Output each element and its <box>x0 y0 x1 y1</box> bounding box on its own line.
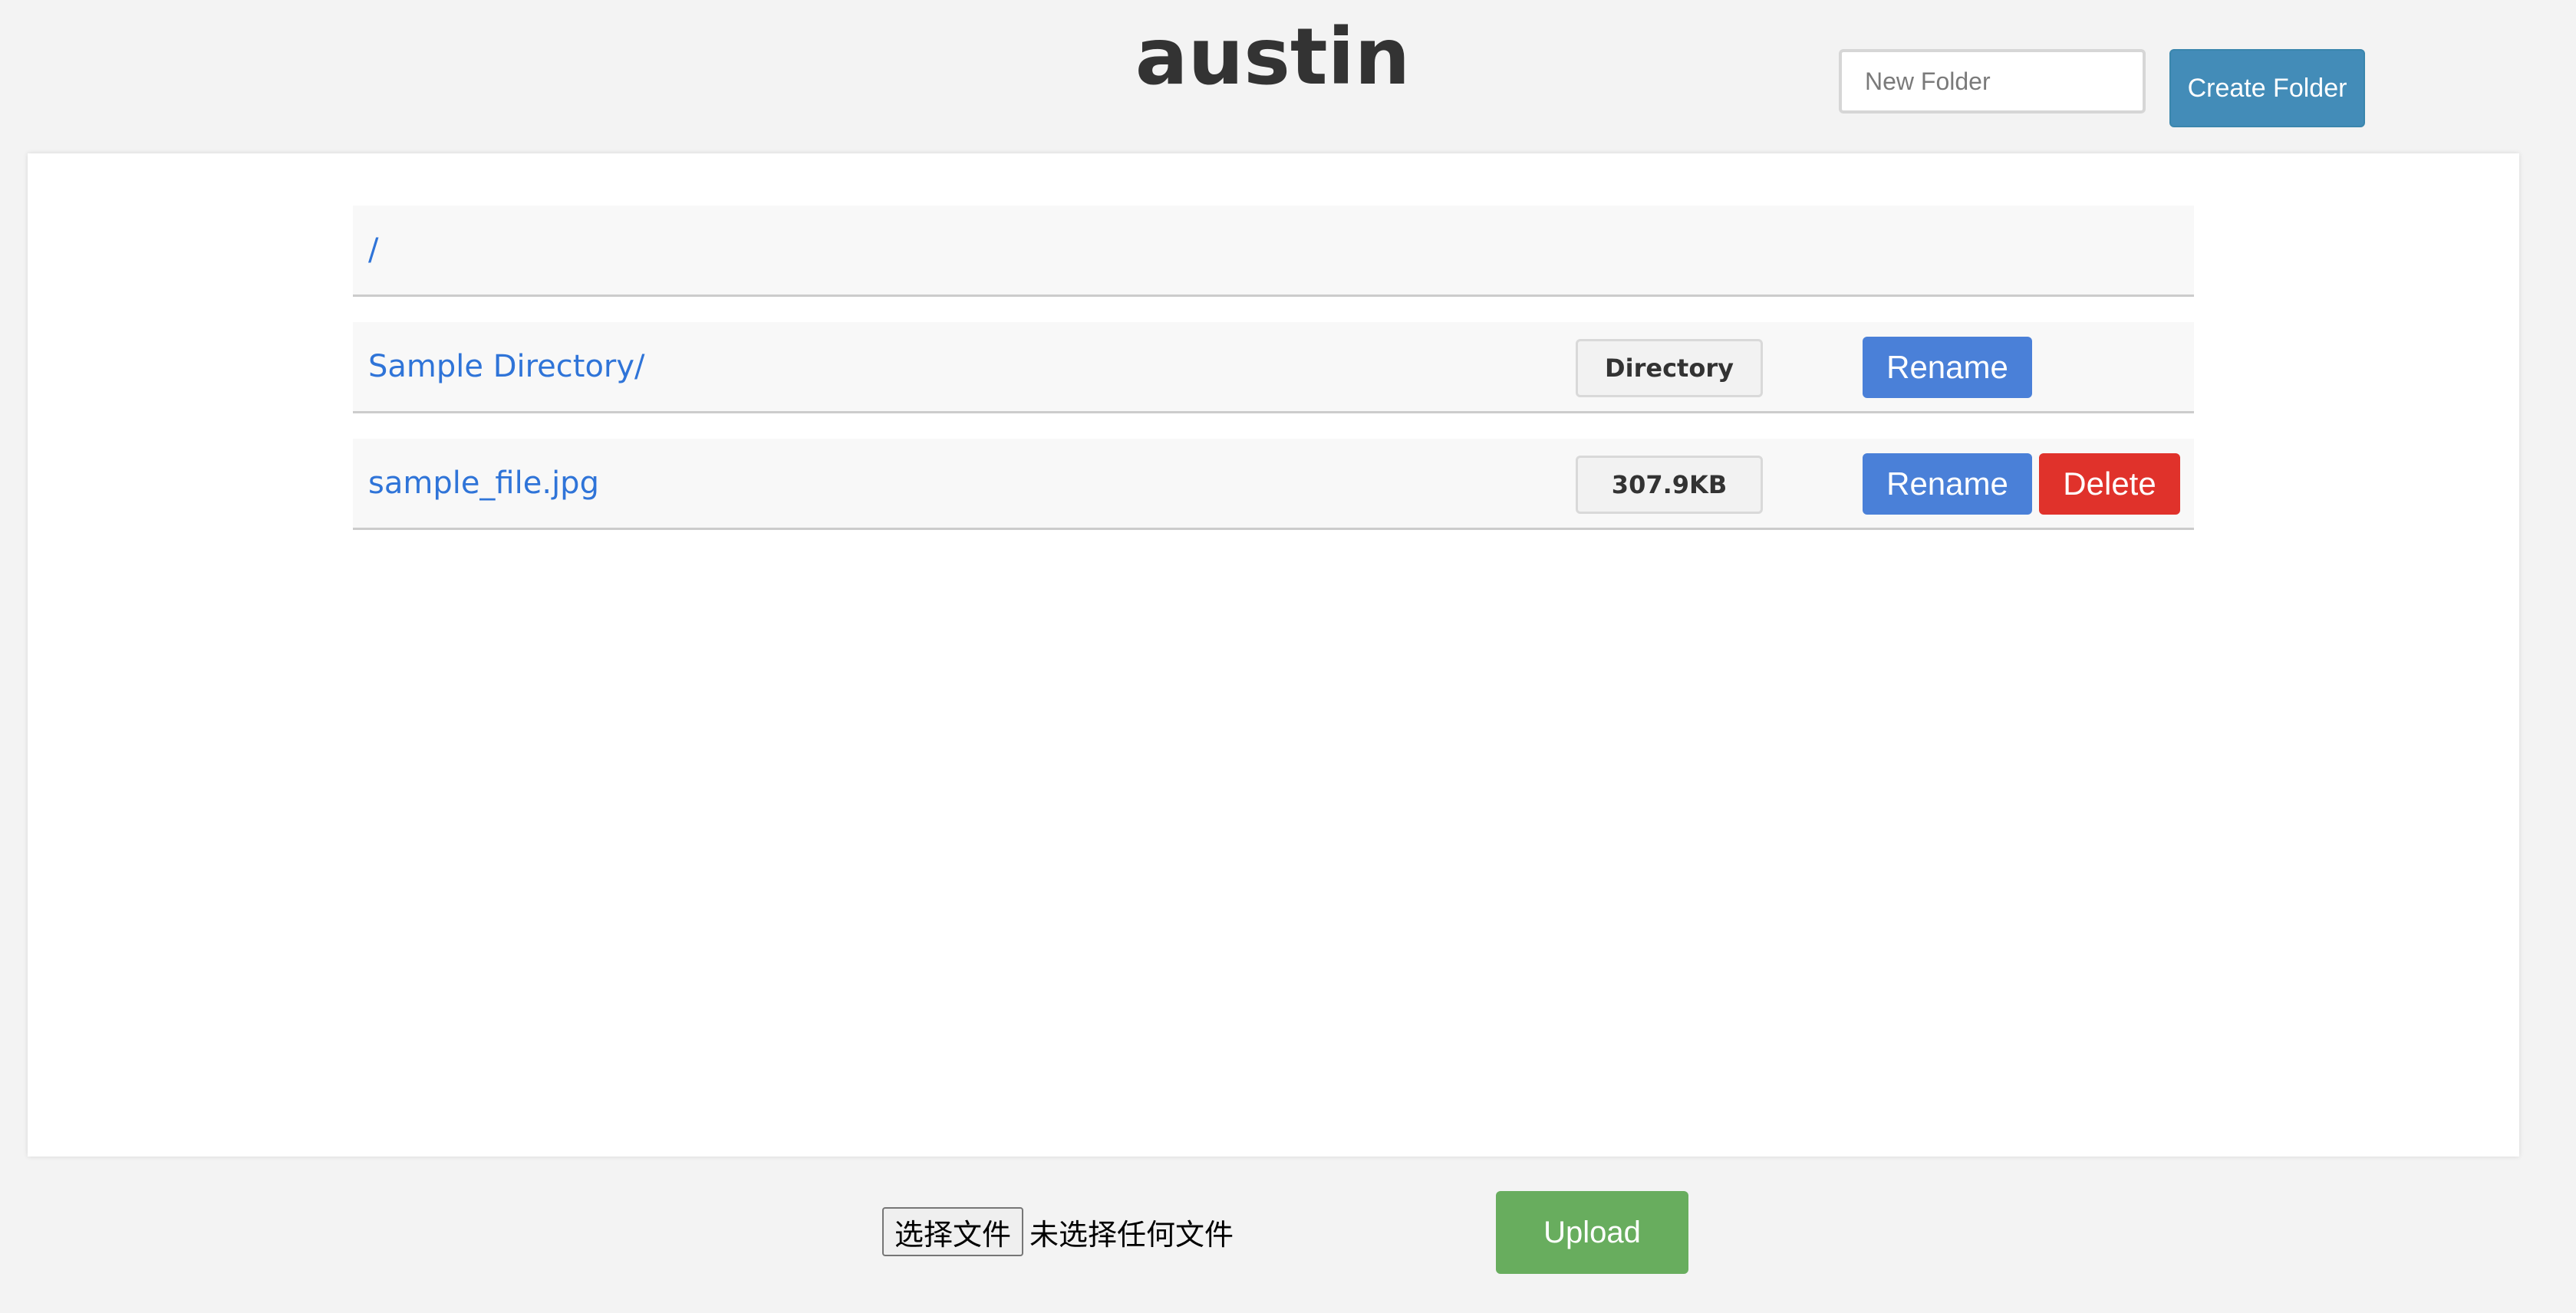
new-folder-input[interactable] <box>1839 49 2146 114</box>
size-badge: 307.9KB <box>1576 456 1763 514</box>
rename-button[interactable]: Rename <box>1863 453 2032 515</box>
file-picker: 选择文件 未选择任何文件 <box>882 1206 1234 1257</box>
list-item: sample_file.jpg 307.9KB Rename Delete <box>353 439 2194 530</box>
choose-file-button[interactable]: 选择文件 <box>882 1207 1024 1256</box>
list-item: Sample Directory/ Directory Rename <box>353 322 2194 413</box>
create-folder-button[interactable]: Create Folder <box>2169 49 2365 127</box>
file-browser-panel: / Sample Directory/ Directory Rename sam… <box>28 153 2519 1157</box>
rename-button[interactable]: Rename <box>1863 337 2032 398</box>
upload-button[interactable]: Upload <box>1496 1191 1688 1274</box>
directory-link[interactable]: Sample Directory/ <box>368 322 645 411</box>
file-link[interactable]: sample_file.jpg <box>368 439 599 528</box>
breadcrumb: / <box>353 206 2194 297</box>
page-title: austin <box>1135 12 1411 103</box>
delete-button[interactable]: Delete <box>2039 453 2180 515</box>
file-list: / Sample Directory/ Directory Rename sam… <box>353 206 2194 555</box>
breadcrumb-root-link[interactable]: / <box>368 206 378 295</box>
type-badge: Directory <box>1576 339 1763 397</box>
no-file-chosen-text: 未选择任何文件 <box>1029 1217 1234 1252</box>
